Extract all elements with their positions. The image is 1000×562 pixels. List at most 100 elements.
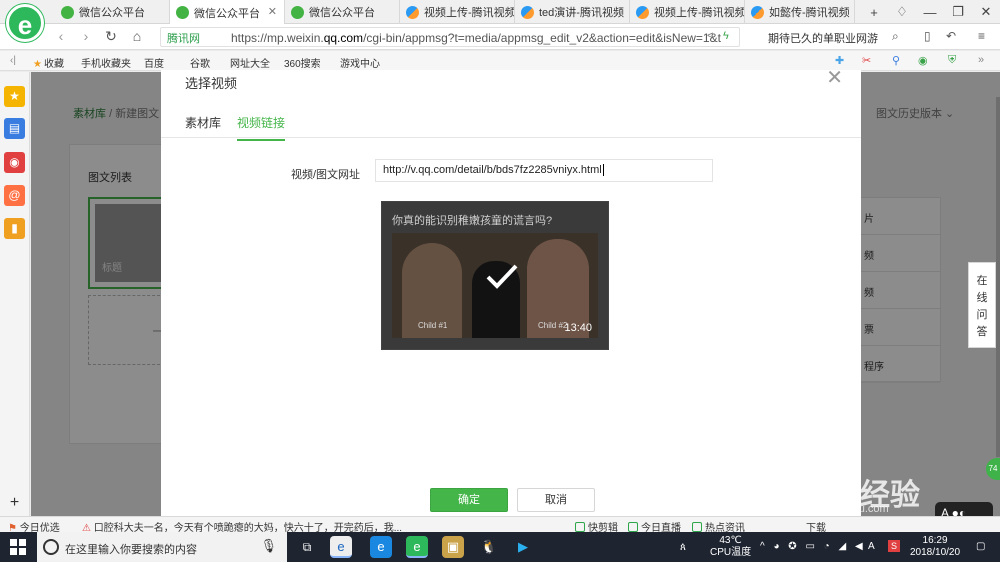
- photo-viewer-icon[interactable]: ▣: [442, 536, 464, 558]
- speed-icon[interactable]: ϟ: [723, 30, 729, 42]
- minimize-icon[interactable]: —: [916, 5, 944, 20]
- search-box[interactable]: 期待已久的单职业网游: [762, 27, 912, 47]
- online-help-button[interactable]: 在 线 问 答: [968, 262, 996, 348]
- microphone-icon[interactable]: 🎙: [260, 538, 277, 554]
- browser-tab[interactable]: 如懿传-腾讯视频: [745, 0, 855, 24]
- home-icon[interactable]: ⌂: [128, 28, 146, 44]
- tencent-video-icon: [636, 5, 649, 19]
- browser-tab-active[interactable]: 微信公众平台 ✕: [170, 0, 285, 25]
- skin-icon[interactable]: ♢: [888, 4, 916, 20]
- grid-icon: [692, 522, 702, 532]
- window-controls: + ♢ — ❐ ✕: [860, 0, 1000, 24]
- restore-icon[interactable]: ❐: [944, 4, 972, 20]
- screen: 微信公众平台 微信公众平台 ✕ 微信公众平台 视频上传-腾讯视频 ted演讲-腾…: [0, 0, 1000, 562]
- search-icon[interactable]: ⌕: [892, 29, 899, 44]
- tab-label: 微信公众平台: [309, 7, 375, 19]
- bookmark-item[interactable]: 百度: [144, 55, 164, 70]
- address-bar[interactable]: 腾讯网 https://mp.weixin.qq.com/cgi-bin/app…: [160, 27, 740, 47]
- browser-tab[interactable]: 视频上传-腾讯视频: [630, 0, 745, 24]
- watermark-sub: jingyan.baidu.com: [800, 503, 889, 515]
- url-text: https://mp.weixin.qq.com/cgi-bin/appmsg?…: [231, 31, 721, 45]
- tab-label: 如懿传-腾讯视频: [769, 7, 850, 19]
- tab-video-link[interactable]: 视频链接: [237, 114, 286, 141]
- notification-icon[interactable]: ▢: [976, 541, 985, 553]
- text-caret: [602, 164, 604, 177]
- people-icon[interactable]: ጰ: [680, 542, 686, 554]
- weibo-icon[interactable]: ◉: [4, 152, 25, 173]
- ime-indicator[interactable]: A: [868, 541, 875, 553]
- shield-icon[interactable]: ⛨: [948, 54, 956, 67]
- news-icon[interactable]: ▤: [4, 118, 25, 139]
- tab-label: ted演讲-腾讯视频: [539, 7, 624, 19]
- notes-icon[interactable]: ▮: [4, 218, 25, 239]
- qq-icon[interactable]: 🐧: [478, 536, 500, 558]
- screenshot-icon[interactable]: ✚: [835, 54, 844, 67]
- bookmark-item[interactable]: 手机收藏夹: [81, 55, 131, 70]
- browser-status-bar: ⚑ 今日优选 ⚠ 口腔科大夫一名，今天有个喷跪瘪的大妈，快六十了，开完药后，我.…: [0, 516, 1000, 534]
- edge-icon[interactable]: e: [370, 536, 392, 558]
- confirm-button[interactable]: 确定: [430, 488, 508, 512]
- mail-icon[interactable]: @: [4, 185, 25, 206]
- browser-tab[interactable]: 微信公众平台: [55, 0, 170, 24]
- bookmark-item[interactable]: ★ 收藏: [33, 55, 64, 70]
- share-icon[interactable]: <: [707, 30, 713, 42]
- taskbar-search-input[interactable]: 在这里输入你要搜索的内容 🎙: [37, 532, 287, 562]
- favorites-star-icon[interactable]: ★: [4, 86, 25, 107]
- scissors-icon[interactable]: ✂: [862, 54, 871, 67]
- game-icon[interactable]: ◉: [918, 54, 928, 67]
- tab-close-icon[interactable]: ✕: [268, 5, 277, 18]
- tab-label: 微信公众平台: [79, 7, 145, 19]
- browser-tab[interactable]: 视频上传-腾讯视频: [400, 0, 515, 24]
- tencent-video-icon: [521, 5, 534, 19]
- close-window-icon[interactable]: ✕: [972, 4, 1000, 20]
- bookmark-item[interactable]: 游戏中心: [340, 55, 380, 70]
- forward-icon[interactable]: ›: [77, 28, 95, 44]
- windows-taskbar: 在这里输入你要搜索的内容 🎙 ⧉ e e e ▣ 🐧 ▶ ጰ 43℃ CPU温度 …: [0, 532, 1000, 562]
- wechat-icon: [176, 6, 189, 19]
- bookmark-item[interactable]: 谷歌: [190, 55, 210, 70]
- video-url-input[interactable]: http://v.qq.com/detail/b/bds7fz2285vniyx…: [375, 159, 713, 182]
- collapse-icon[interactable]: ‹|: [10, 55, 16, 66]
- ie-icon[interactable]: e: [330, 536, 352, 558]
- undo-icon[interactable]: ↶: [946, 29, 956, 43]
- browser-tab[interactable]: 微信公众平台: [285, 0, 400, 24]
- video-duration: 13:40: [564, 322, 592, 334]
- select-video-dialog: 选择视频 ✕ 素材库 视频链接 视频/图文网址 http://v.qq.com/…: [161, 68, 861, 516]
- browser-tab[interactable]: ted演讲-腾讯视频: [515, 0, 630, 24]
- play-icon: [575, 522, 585, 532]
- help-char: 在: [976, 275, 988, 287]
- cancel-button[interactable]: 取消: [517, 488, 595, 512]
- tab-material-library[interactable]: 素材库: [185, 114, 221, 139]
- phone-icon[interactable]: ▯: [924, 29, 931, 43]
- tab-label: 视频上传-腾讯视频: [654, 7, 745, 19]
- more-icon[interactable]: »: [978, 54, 984, 66]
- taskbar-search-placeholder: 在这里输入你要搜索的内容: [65, 544, 197, 556]
- refresh-icon[interactable]: ↻: [102, 28, 120, 45]
- tab-label: 微信公众平台: [194, 7, 260, 20]
- task-view-icon[interactable]: ⧉: [296, 536, 318, 558]
- address-toolbar: ‹ › ↻ ⌂ 腾讯网 https://mp.weixin.qq.com/cgi…: [0, 24, 1000, 50]
- browser-logo[interactable]: e: [6, 4, 44, 42]
- bookmark-item[interactable]: 网址大全: [230, 55, 270, 70]
- star-icon: ★: [33, 59, 42, 70]
- back-icon[interactable]: ‹: [52, 28, 70, 44]
- security-badge: 腾讯网: [167, 33, 200, 45]
- menu-icon[interactable]: ≡: [978, 29, 985, 43]
- caption-left: Child #1: [418, 321, 448, 330]
- new-tab-button[interactable]: +: [860, 5, 888, 20]
- clock[interactable]: 16:29 2018/10/20: [910, 535, 960, 559]
- magnifier-icon[interactable]: ⚲: [892, 54, 900, 67]
- video-thumbnail: Child #1 Child #2 13:40: [392, 233, 598, 338]
- bookmark-item[interactable]: 360搜索: [284, 55, 321, 70]
- close-icon[interactable]: ✕: [826, 68, 843, 88]
- system-tray-icons[interactable]: ^ ◕ ✪ ▭ ◔ ◢ ◀: [760, 541, 866, 553]
- dialog-tabs: 素材库 视频链接: [161, 106, 861, 141]
- windows-start-icon[interactable]: [10, 539, 26, 555]
- browser-tab-bar: 微信公众平台 微信公众平台 ✕ 微信公众平台 视频上传-腾讯视频 ted演讲-腾…: [0, 0, 1000, 25]
- tencent-video-app-icon[interactable]: ▶: [512, 536, 534, 558]
- tab-label: 视频上传-腾讯视频: [424, 7, 515, 19]
- video-preview-card[interactable]: 你真的能识别稚嫩孩童的谎言吗? Child #1 Child #2 13:40: [381, 201, 609, 350]
- wps-icon[interactable]: S: [888, 540, 900, 552]
- 360-browser-icon[interactable]: e: [406, 536, 428, 558]
- add-icon[interactable]: +: [4, 492, 25, 513]
